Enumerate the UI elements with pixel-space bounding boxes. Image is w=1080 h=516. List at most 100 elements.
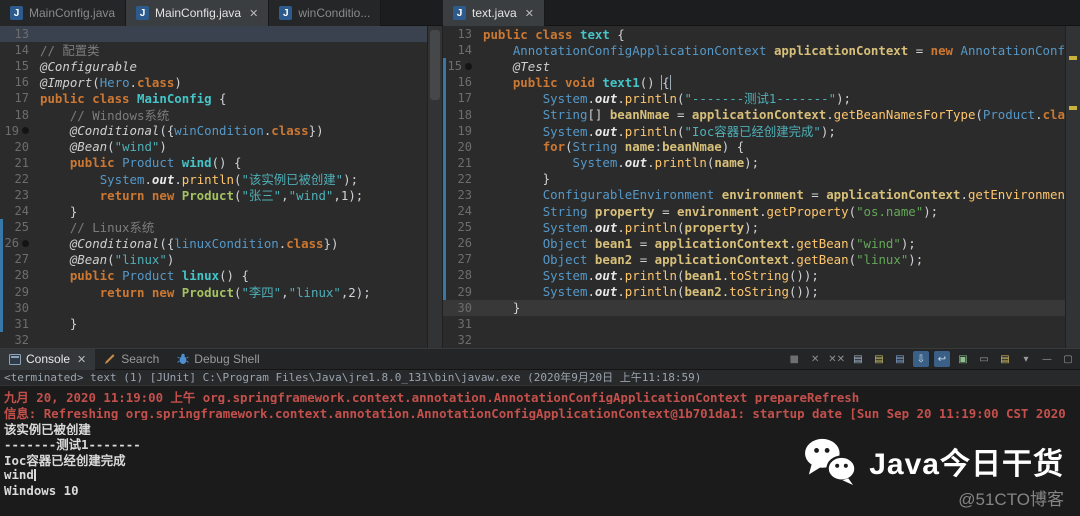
code-line[interactable]: 16 public void text1() { [443,74,1065,91]
code-line[interactable]: 30 } [443,299,1065,316]
code-line[interactable]: 30 [0,299,427,316]
code-line[interactable]: 22 System.out.println("该实例已被创建"); [0,171,427,187]
code-line[interactable]: 18 // Windows系统 [0,106,427,123]
tab-label: MainConfig.java [155,6,242,20]
code-line[interactable]: 26 Object bean1 = applicationContext.get… [443,235,1065,252]
gutter-marker-dot[interactable] [22,239,29,247]
line-number: 28 [14,268,29,283]
vcs-change-bar [443,154,446,171]
tab-mainconfig-2[interactable]: J MainConfig.java ✕ [126,0,270,26]
tab-console[interactable]: Console ✕ [0,348,96,370]
left-editor[interactable]: 13 14 // 配置类 15 @Configurable 16 @Import(Hero.… [0,26,427,348]
vcs-change-bar [443,170,446,187]
tab-text-java[interactable]: J text.java ✕ [443,0,545,26]
code-line[interactable]: 27 Object bean2 = applicationContext.get… [443,251,1065,268]
show-stderr-icon[interactable]: ▤ [892,351,908,367]
code-line[interactable]: 13 [0,26,427,43]
code-text: @Test [512,58,551,74]
annotation-mark-yellow[interactable] [1069,106,1077,110]
line-number: 27 [457,252,472,267]
code-line[interactable]: 19 System.out.println("Ioc容器已经创建完成"); [443,122,1065,139]
code-line[interactable]: 24 String property = environment.getProp… [443,203,1065,220]
code-line[interactable]: 18 String[] beanNmae = applicationContex… [443,106,1065,123]
clear-console-icon[interactable]: ▤ [850,351,866,367]
code-line[interactable]: 32 [443,332,1065,348]
vcs-change-bar [0,219,3,236]
code-line[interactable]: 28 System.out.println(bean1.toString()); [443,267,1065,284]
display-console-icon[interactable]: ▭ [976,351,992,367]
scroll-lock-icon[interactable]: ⇩ [913,351,929,367]
tab-debug-shell[interactable]: Debug Shell [168,349,268,370]
code-line[interactable]: 17 public class MainConfig { [0,90,427,106]
code-line[interactable]: 27 @Bean("linux") [0,251,427,268]
code-text: @Conditional({linuxCondition.class}) [69,235,339,251]
tab-wincondition[interactable]: J winConditio... [269,0,382,26]
tab-close-icon[interactable]: ✕ [77,353,86,366]
line-number: 31 [14,316,29,331]
code-line[interactable]: 15 @Test [443,58,1065,75]
tab-close-icon[interactable]: ✕ [249,7,258,20]
scrollbar-thumb[interactable] [430,30,440,100]
code-line[interactable]: 20 for(String name:beanNmae) { [443,138,1065,155]
maximize-icon[interactable]: ▢ [1060,351,1076,367]
line-number: 21 [457,155,472,170]
code-line[interactable]: 25 System.out.println(property); [443,219,1065,236]
line-number: 24 [14,204,29,219]
editor-scrollbar[interactable] [427,26,443,348]
code-line[interactable]: 31 } [0,315,427,332]
java-file-icon: J [136,6,150,20]
java-file-icon: J [453,6,466,20]
code-text: AnnotationConfigApplicationContext appli… [512,42,1065,58]
line-number: 20 [14,139,29,154]
code-line[interactable]: 32 [0,332,427,348]
annotation-ruler[interactable] [1065,26,1080,348]
annotation-mark-yellow[interactable] [1069,56,1077,60]
line-number: 32 [457,332,472,347]
code-line[interactable]: 31 [443,316,1065,332]
code-line[interactable]: 14 AnnotationConfigApplicationContext ap… [443,42,1065,58]
code-line[interactable]: 17 System.out.println("-------测试1-------… [443,90,1065,107]
code-line[interactable]: 21 System.out.println(name); [443,154,1065,171]
code-line[interactable]: 28 public Product linux() { [0,267,427,284]
pin-console-icon[interactable]: ▣ [955,351,971,367]
code-text: @Conditional({winCondition.class}) [69,123,324,139]
minimize-icon[interactable]: — [1039,351,1055,367]
code-text: @Import(Hero.class) [40,74,182,90]
code-line[interactable]: 23 return new Product("张三","wind",1); [0,187,427,203]
right-editor-code[interactable]: 13 public class text {14 AnnotationConfig… [443,26,1065,348]
editor-tabbar: J MainConfig.java J MainConfig.java ✕ J … [0,0,1080,26]
remove-all-launches-icon[interactable]: ✕✕ [828,351,845,367]
code-line[interactable]: 23 ConfigurableEnvironment environment =… [443,186,1065,204]
right-editor[interactable]: 13 public class text {14 AnnotationConfig… [443,26,1080,348]
code-line[interactable]: 21 public Product wind() { [0,155,427,171]
show-stdout-icon[interactable]: ▤ [871,351,887,367]
remove-launch-icon[interactable]: ✕ [807,351,823,367]
code-text: // Windows系统 [69,107,170,123]
code-line[interactable]: 22 } [443,170,1065,187]
word-wrap-icon[interactable]: ↩ [934,351,950,367]
code-line[interactable]: 24 } [0,203,427,219]
gutter-marker-dot[interactable] [465,62,472,70]
terminate-icon[interactable]: ■ [786,351,802,367]
open-console-icon[interactable]: ▤ [997,351,1013,367]
code-line[interactable]: 26 @Conditional({linuxCondition.class}) [0,235,427,252]
code-text: public Product wind() { [69,155,242,171]
code-line[interactable]: 25 // Linux系统 [0,219,427,236]
code-line[interactable]: 14 // 配置类 [0,42,427,58]
code-line[interactable]: 13 public class text { [443,26,1065,42]
tab-search[interactable]: Search [95,349,168,370]
gutter-marker-dot[interactable] [22,127,29,135]
line-number: 18 [14,107,29,122]
vcs-change-bar [443,74,446,91]
code-line[interactable]: 29 return new Product("李四","linux",2); [0,283,427,300]
console-dropdown-caret-icon[interactable]: ▾ [1018,351,1034,367]
line-number: 19 [457,123,472,138]
line-number: 14 [14,43,29,58]
code-line[interactable]: 15 @Configurable [0,58,427,74]
code-line[interactable]: 19 @Conditional({winCondition.class}) [0,123,427,139]
tab-mainconfig-1[interactable]: J MainConfig.java [0,0,127,26]
code-line[interactable]: 16 @Import(Hero.class) [0,74,427,90]
tab-close-icon[interactable]: ✕ [525,7,534,20]
code-line[interactable]: 20 @Bean("wind") [0,139,427,155]
code-line[interactable]: 29 System.out.println(bean2.toString()); [443,283,1065,300]
